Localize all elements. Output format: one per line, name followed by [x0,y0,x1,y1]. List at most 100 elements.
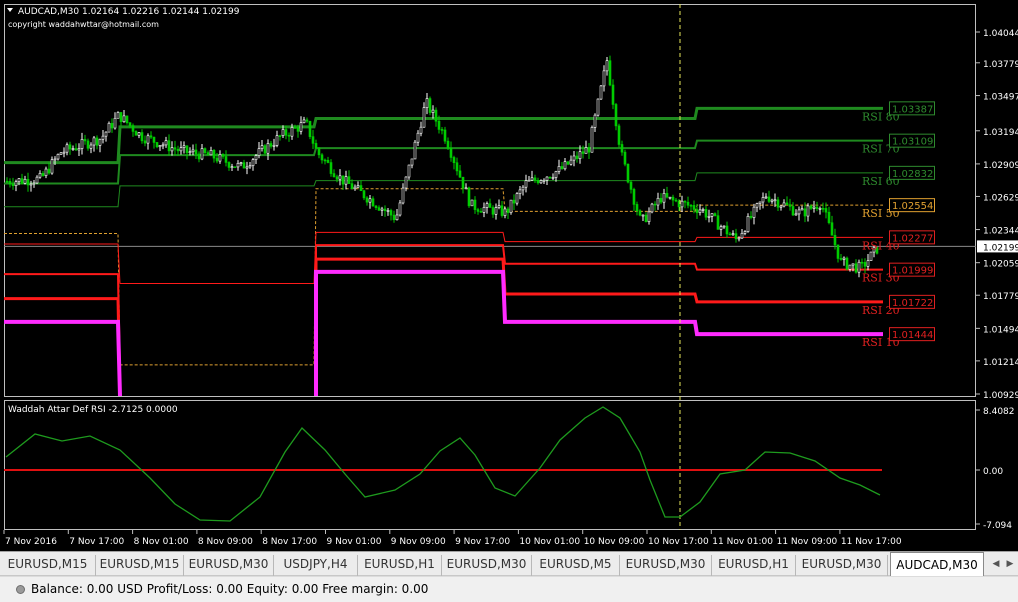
arrow-right-icon[interactable]: ▶ [1004,557,1016,571]
candle-bull [161,144,165,147]
candle-bull [398,202,402,216]
chart-tab[interactable]: EURUSD,M30 [796,555,888,576]
candle-bull [188,151,192,154]
level-price-label: 1.01999 [892,266,933,277]
candle-bear [803,208,807,217]
candle-bear [629,181,633,190]
candle-bull [602,70,606,87]
candle-bear [278,135,282,137]
candle-bear [167,140,171,152]
candle-bull [413,141,417,160]
price-tick-label: 1.02909 [983,161,1018,171]
time-tick-label: 8 Nov 01:00 [134,537,189,547]
level-line-70 [4,139,883,185]
level-price-label: 1.01722 [892,298,933,309]
candle-bull [812,206,816,209]
candle-bull [755,203,759,208]
candle-bull [698,209,702,213]
candle-bull [17,178,21,182]
candle-bull [551,177,555,179]
candle-bear [725,225,729,235]
chart-tab[interactable]: USDJPY,H4 [274,555,358,576]
candle-bull [530,177,534,181]
candle-bull [578,151,582,159]
candle-bull [794,213,798,216]
candle-bear [20,178,24,184]
chart-tab[interactable]: EURUSD,H1 [712,555,796,576]
candle-bull [218,154,222,162]
candle-bull [752,206,756,218]
candle-bull [524,180,528,188]
candle-bull [245,166,249,169]
triangle-down-icon [7,8,13,12]
indicator-panel [4,400,976,530]
candle-bear [374,205,378,208]
chart-tab[interactable]: EURUSD,M15 [0,555,96,576]
time-tick-label: 8 Nov 17:00 [262,537,317,547]
candle-bear [320,154,324,161]
candle-bear [110,122,114,129]
candle-bull [719,226,723,230]
candle-bear [455,162,459,172]
candle-bear [434,109,438,122]
candle-bull [395,214,399,221]
candle-bear [5,180,9,183]
chart-tab[interactable]: EURUSD,M30 [442,555,532,576]
candle-bull [209,150,213,156]
candle-bull [200,148,204,160]
candle-bear [767,196,771,202]
chart-tab-active[interactable]: AUDCAD,M30 [890,552,984,576]
candle-bull [572,155,576,161]
candle-bear [95,137,99,146]
candle-bull [77,148,81,151]
candle-bear [467,187,471,207]
candle-bear [587,147,591,153]
candle-bull [56,154,60,160]
candle-bull [71,148,75,150]
candle-bear [617,125,621,145]
price-tick-label: 1.01214 [983,358,1018,368]
chart-window[interactable]: RSI 80 1.03387 RSI 70 1.03109 RSI 60 1.02832 R… [0,0,1018,551]
candle-bear [749,216,753,218]
candle-bear [674,199,678,202]
candle-bear [671,196,675,201]
candle-bear [452,157,456,164]
candle-bull [416,132,420,143]
candle-bull [539,180,543,184]
candle-bear [326,159,330,163]
candle-bull [866,260,870,267]
chart-canvas[interactable]: RSI 801.03387RSI 701.03109RSI 601.02832R… [0,0,1018,551]
account-summary: Balance: 0.00 USD Profit/Loss: 0.00 Equi… [31,582,429,596]
candle-bull [758,201,762,204]
chart-tab[interactable]: EURUSD,M30 [184,555,274,576]
candle-bull [527,179,531,182]
level-price-label: 1.02554 [892,201,933,212]
chart-tab[interactable]: EURUSD,M30 [620,555,712,576]
chart-tab[interactable]: EURUSD,M5 [532,555,620,576]
candle-bull [425,98,429,108]
candle-bear [383,208,387,211]
candle-bear [686,201,690,206]
candle-bear [734,233,738,240]
chart-tab[interactable]: EURUSD,M15 [96,555,184,576]
time-tick-label: 11 Nov 09:00 [777,537,838,547]
candle-bear [704,209,708,218]
candle-bull [179,147,183,152]
candle-bull [407,164,411,178]
candle-bull [89,144,93,149]
candle-bull [431,109,435,113]
candle-bear [839,258,843,260]
candle-bull [290,127,294,137]
candle-bull [521,186,525,191]
candle-bull [701,209,705,211]
candle-bear [440,129,444,131]
candle-bear [86,140,90,149]
candle-bear [287,134,291,137]
price-tick-label: 1.03497 [983,93,1018,103]
candle-bull [818,208,822,210]
candle-bull [35,176,39,184]
candle-bull [596,98,600,116]
candle-bear [437,120,441,130]
arrow-left-icon[interactable]: ◀ [990,557,1002,571]
chart-tab[interactable]: EURUSD,H1 [358,555,442,576]
